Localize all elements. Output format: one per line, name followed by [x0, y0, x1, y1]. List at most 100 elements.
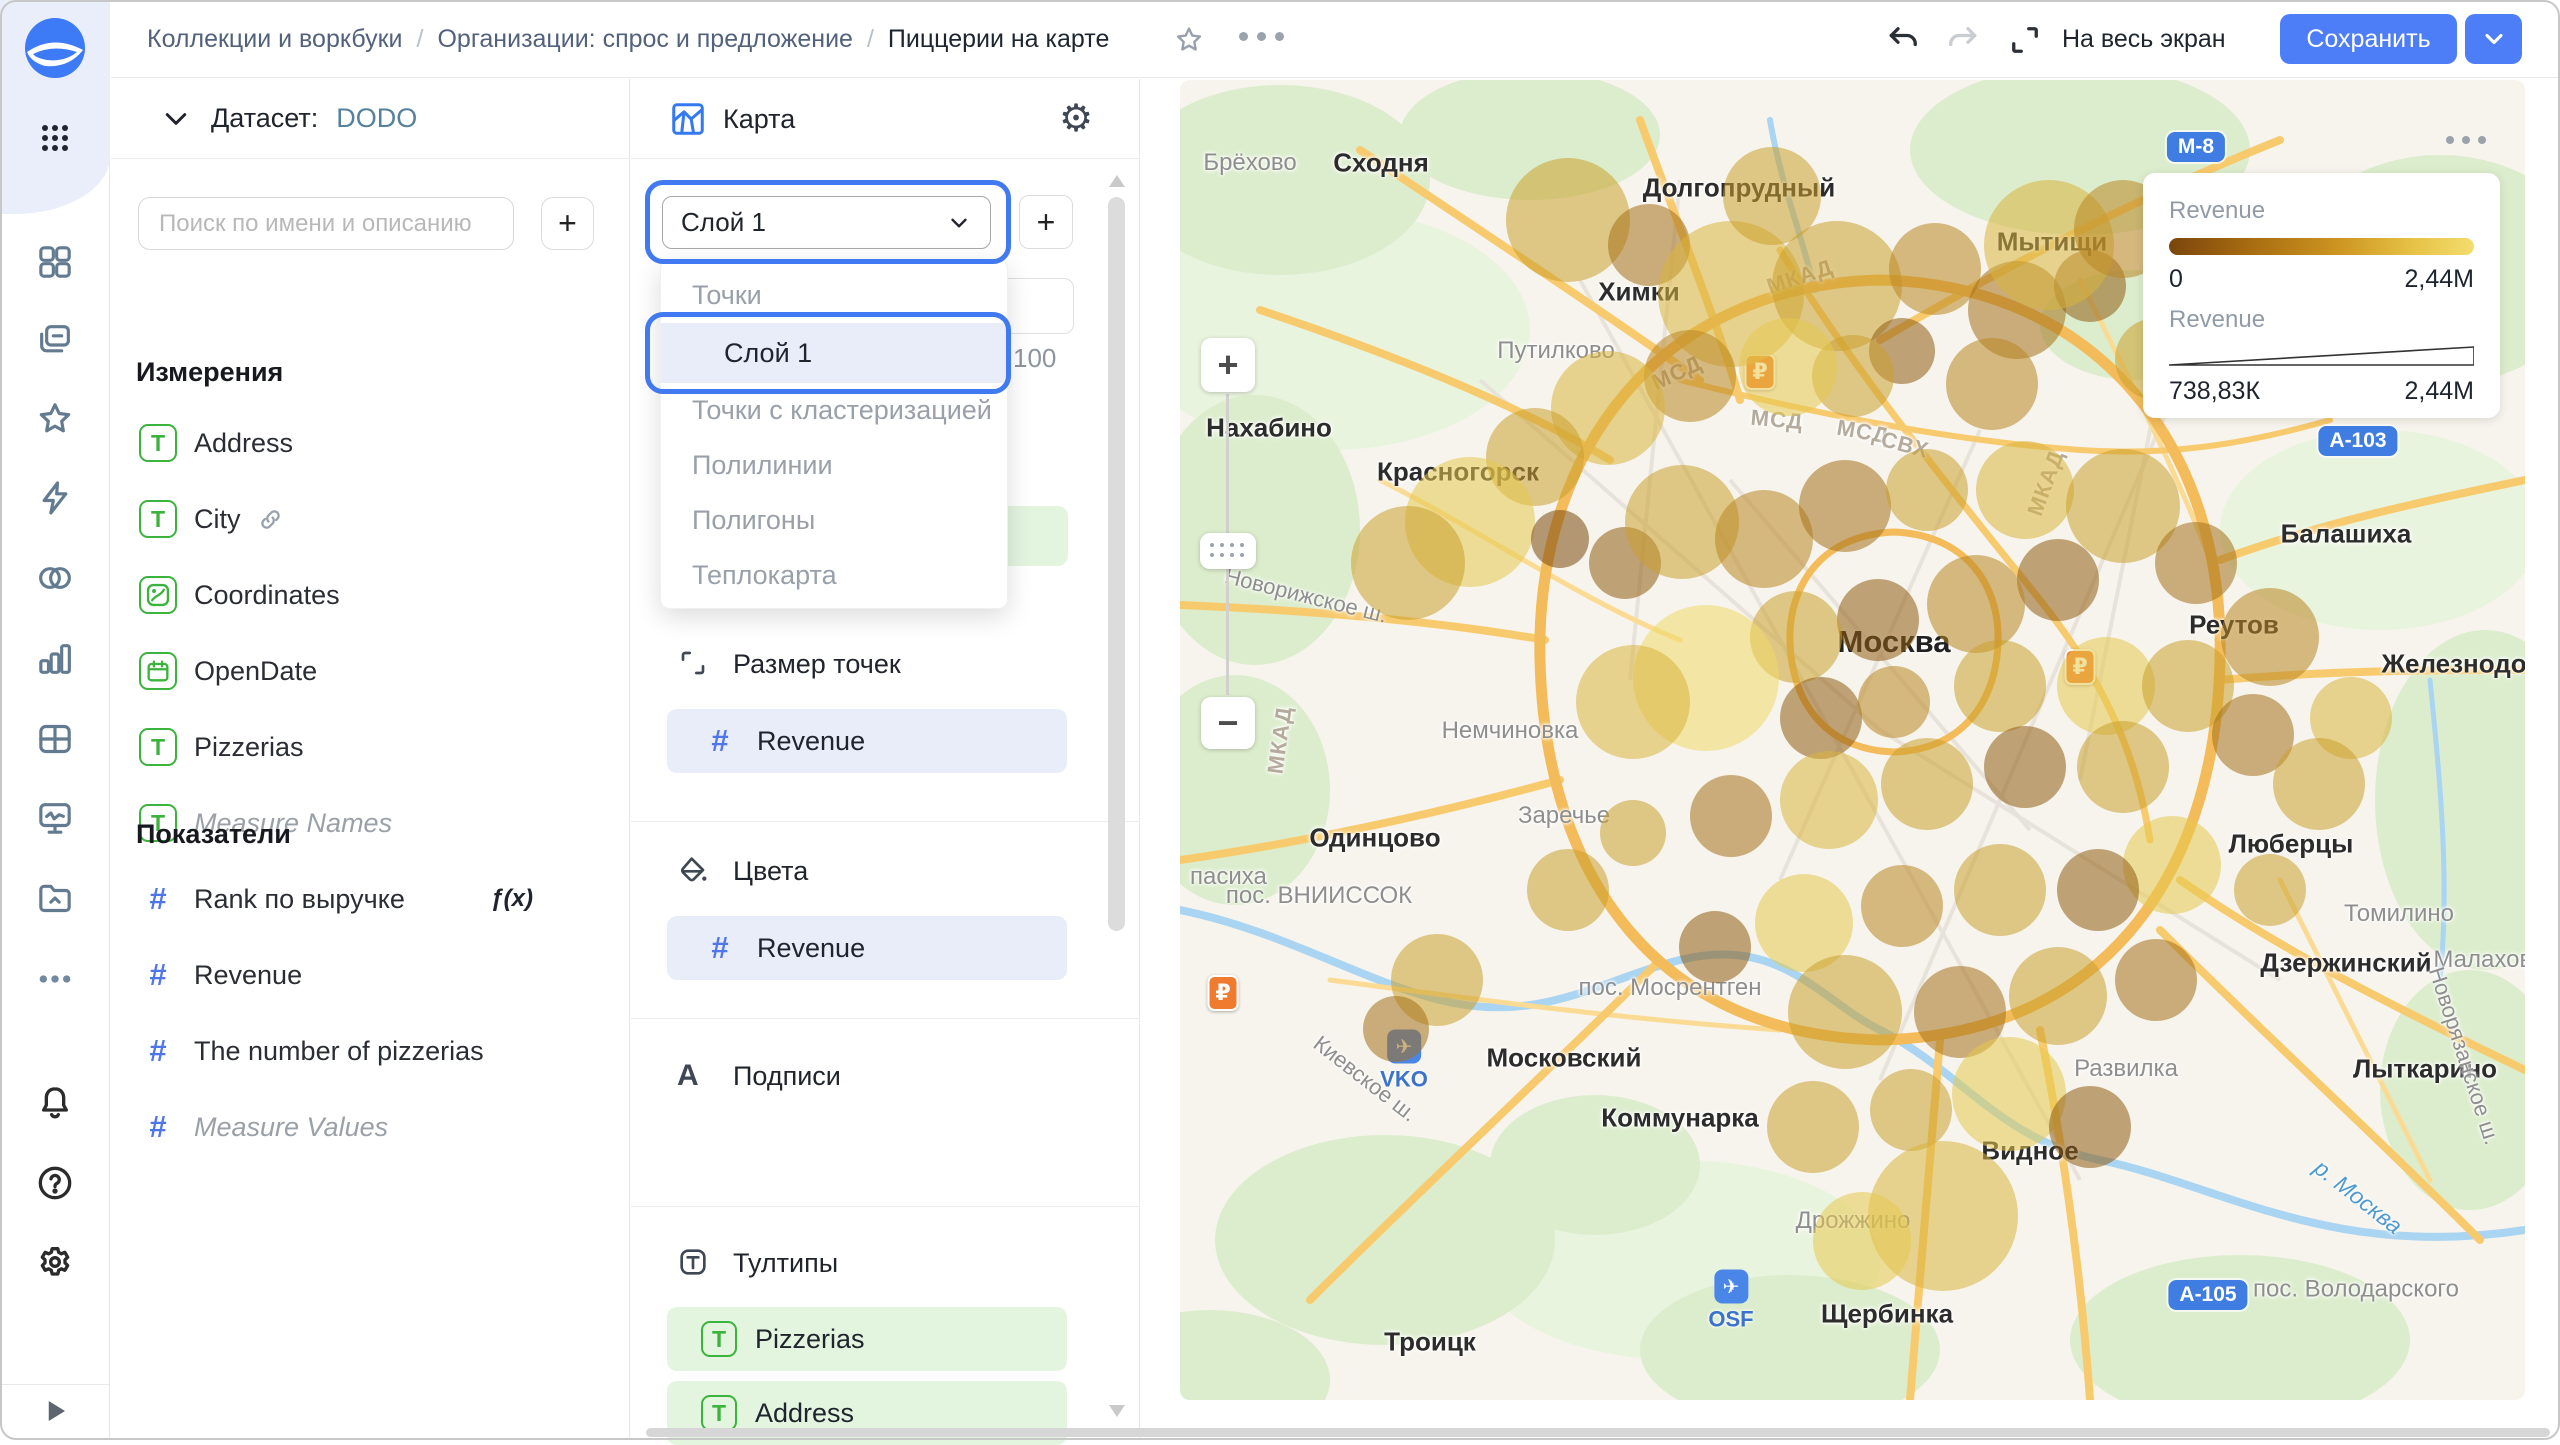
measure-field-the-number-of-pizzerias[interactable]: #The number of pizzerias: [111, 1013, 629, 1089]
road-badge: А-105: [2168, 1280, 2247, 1310]
monitoring-icon[interactable]: [33, 796, 77, 840]
chart-settings-gear-icon[interactable]: ⚙: [1055, 98, 1097, 140]
zoom-in-button[interactable]: +: [1201, 338, 1255, 392]
panel-scrollbar[interactable]: [1108, 197, 1125, 931]
layer-type-option[interactable]: Полигоны: [661, 493, 1007, 548]
zoom-slider-handle[interactable]: [1200, 533, 1256, 569]
point-size-section: Размер точек: [631, 644, 1139, 684]
airplane-icon: ✈: [1387, 1030, 1421, 1064]
fullscreen-icon[interactable]: [2007, 22, 2043, 58]
spaces-icon[interactable]: [33, 240, 77, 284]
field-search-input[interactable]: [138, 197, 514, 250]
number-field-icon: #: [701, 930, 739, 966]
dimension-field-pizzerias[interactable]: TPizzerias: [111, 709, 629, 785]
redo-icon[interactable]: [1944, 22, 1980, 58]
save-options-button[interactable]: [2465, 14, 2522, 64]
datalens-logo-icon[interactable]: [23, 16, 87, 80]
horizontal-scrollbar[interactable]: [646, 1428, 2550, 1437]
favorites-icon[interactable]: [33, 397, 77, 441]
charts-icon[interactable]: [33, 637, 77, 681]
fullscreen-label[interactable]: На весь экран: [2062, 0, 2226, 78]
formula-icon: ƒ(x): [490, 885, 533, 913]
map-label: Томилино: [2344, 900, 2454, 928]
storage-icon[interactable]: [33, 876, 77, 920]
dimension-field-city[interactable]: TCity: [111, 481, 629, 557]
number-field-icon: #: [139, 1109, 177, 1145]
dashboards-icon[interactable]: [33, 717, 77, 761]
chevron-down-icon: [161, 104, 191, 134]
tooltips-t-icon: [677, 1246, 711, 1280]
map-label: Реутов: [2189, 610, 2279, 641]
layer-select[interactable]: Слой 1: [662, 196, 991, 249]
labels-label: Подписи: [733, 1061, 841, 1092]
help-icon[interactable]: [33, 1161, 77, 1205]
favorite-star-icon[interactable]: [1173, 24, 1205, 56]
add-field-button[interactable]: +: [541, 197, 594, 250]
tooltip-field-pizzerias[interactable]: TPizzerias: [667, 1307, 1067, 1371]
layer-type-option[interactable]: Слой 1: [661, 323, 1007, 383]
map-menu-icon[interactable]: [2446, 136, 2486, 144]
field-label: The number of pizzerias: [194, 1036, 484, 1067]
breadcrumb-item[interactable]: Организации: спрос и предложение: [437, 25, 852, 54]
measure-field-measure-values[interactable]: #Measure Values: [111, 1089, 629, 1165]
map-label: Коммунарка: [1601, 1103, 1759, 1134]
point-size-field[interactable]: # Revenue: [667, 709, 1067, 773]
workbooks-icon[interactable]: [33, 318, 77, 362]
measure-field-rank-по-выручке[interactable]: #Rank по выручкеƒ(x): [111, 861, 629, 937]
field-label: Revenue: [194, 960, 302, 991]
scroll-down-arrow[interactable]: [1109, 1405, 1125, 1417]
save-button[interactable]: Сохранить: [2280, 14, 2457, 64]
zoom-out-button[interactable]: −: [1201, 697, 1255, 749]
colors-field[interactable]: # Revenue: [667, 916, 1067, 980]
number-field-icon: #: [139, 957, 177, 993]
map-label: пос. ВНИИССОК: [1226, 882, 1412, 910]
entry-menu-icon[interactable]: [1239, 32, 1284, 41]
divider: [631, 1206, 1139, 1207]
map-chart-icon: [669, 100, 707, 138]
labels-section: A Подписи: [631, 1056, 1139, 1096]
layer-type-option[interactable]: Полилинии: [661, 438, 1007, 493]
scroll-up-arrow[interactable]: [1109, 175, 1125, 187]
tooltips-section: Тултипы: [631, 1243, 1139, 1283]
chart-type-title: Карта: [723, 79, 795, 159]
measure-field-revenue[interactable]: # Revenue: [111, 937, 629, 1013]
dimension-field-address[interactable]: TAddress: [111, 405, 629, 481]
dimension-field-opendate[interactable]: OpenDate: [111, 633, 629, 709]
quick-actions-icon[interactable]: [33, 476, 77, 520]
map-label: МКАД: [1262, 704, 1297, 775]
top-bar: Коллекции и воркбуки / Организации: спрос …: [111, 0, 2560, 78]
airplane-icon: ✈: [1714, 1270, 1748, 1304]
map-label: МКАД: [2022, 447, 2070, 520]
map-label: МСД: [1750, 405, 1805, 435]
text-field-icon: T: [139, 728, 177, 766]
dataset-header[interactable]: Датасет: DODO: [111, 79, 629, 159]
breadcrumb-item: Пиццерии на карте: [888, 25, 1109, 54]
dimension-field-coordinates[interactable]: Coordinates: [111, 557, 629, 633]
layer-opacity-value: 100: [1013, 343, 1056, 374]
datasets-icon[interactable]: [33, 556, 77, 600]
dimensions-list: TAddressTCityCoordinatesOpenDateTPizzeri…: [111, 405, 629, 861]
layer-type-option[interactable]: Точки: [661, 268, 1007, 323]
apps-grid-icon[interactable]: [33, 116, 77, 160]
layer-type-option[interactable]: Теплокарта: [661, 548, 1007, 603]
text-field-icon: T: [701, 1395, 737, 1431]
breadcrumb-separator: /: [417, 25, 424, 54]
settings-icon[interactable]: [33, 1240, 77, 1284]
notifications-icon[interactable]: [33, 1081, 77, 1125]
dimensions-title: Измерения: [136, 357, 283, 388]
expand-panel-icon[interactable]: [40, 1396, 70, 1426]
measures-title: Показатели: [136, 819, 291, 850]
more-icon[interactable]: [33, 957, 77, 1001]
dataset-name-link[interactable]: DODO: [336, 103, 417, 134]
breadcrumb-item[interactable]: Коллекции и воркбуки: [147, 25, 403, 54]
map-label: Развилка: [2074, 1055, 2178, 1083]
map-label: Нахабино: [1206, 413, 1332, 444]
legend-color-max: 2,44M: [2405, 265, 2474, 294]
map-canvas[interactable]: БрёховоСходняДолгопрудныйМытищиХимкиПути…: [1180, 80, 2525, 1400]
layer-type-option[interactable]: Точки с кластеризацией: [661, 383, 1007, 438]
ruble-poi-icon: ₽: [1208, 975, 1239, 1011]
add-layer-button[interactable]: +: [1019, 195, 1073, 249]
undo-icon[interactable]: [1886, 22, 1922, 58]
point-size-label: Размер точек: [733, 649, 901, 680]
ruble-poi-icon: ₽: [1745, 354, 1776, 390]
